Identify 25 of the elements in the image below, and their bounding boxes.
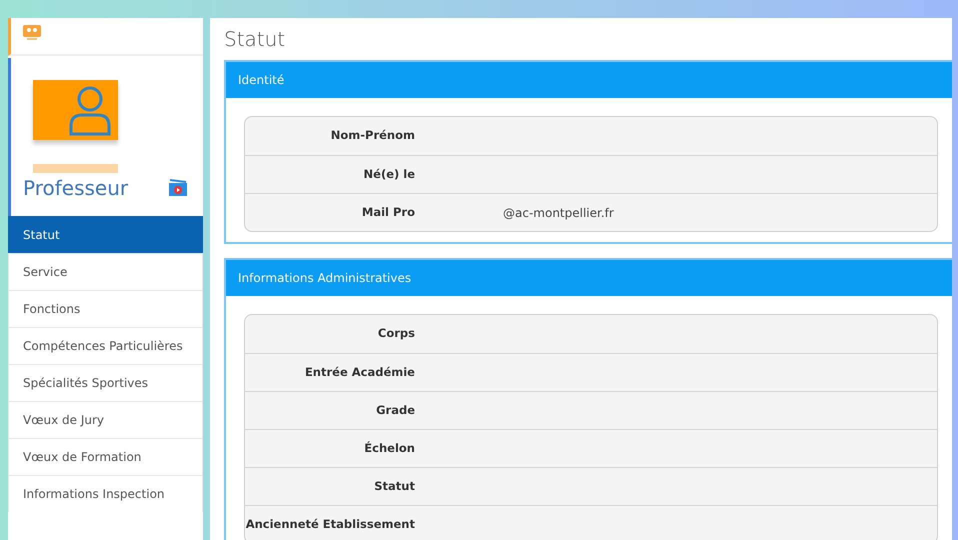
field-label: Nom-Prénom <box>330 127 415 144</box>
field-label: Né(e) le <box>362 166 415 183</box>
user-icon <box>68 84 112 136</box>
menu-item[interactable]: Fonctions <box>8 290 203 327</box>
panel-header: Informations Administratives <box>226 260 952 296</box>
panel-header: Identité <box>226 62 952 98</box>
menu-item[interactable]: Statut <box>8 216 203 253</box>
menu-item[interactable]: Vœux de Formation <box>8 438 203 475</box>
field-label: Échelon <box>363 440 415 457</box>
logo-icon <box>21 22 43 42</box>
page-title: Statut <box>224 26 286 53</box>
menu-item[interactable]: Spécialités Sportives <box>8 364 203 401</box>
menu-item[interactable]: Service <box>8 253 203 290</box>
video-icon[interactable] <box>168 179 188 197</box>
field-label: Ancienneté Etablissement <box>245 516 415 533</box>
field-label: Entrée Académie <box>304 364 415 381</box>
field-label: Statut <box>373 478 415 495</box>
field-label: Corps <box>376 325 415 342</box>
menu-item[interactable]: Informations Inspection <box>8 475 203 512</box>
menu-item[interactable]: Compétences Particulières <box>8 327 203 364</box>
field-value: @ac-montpellier.fr <box>503 204 614 222</box>
field-label: Grade <box>375 402 415 419</box>
field-label: Mail Pro <box>360 204 415 221</box>
menu-item[interactable]: Vœux de Jury <box>8 401 203 438</box>
role-title: Professeur <box>23 175 128 202</box>
